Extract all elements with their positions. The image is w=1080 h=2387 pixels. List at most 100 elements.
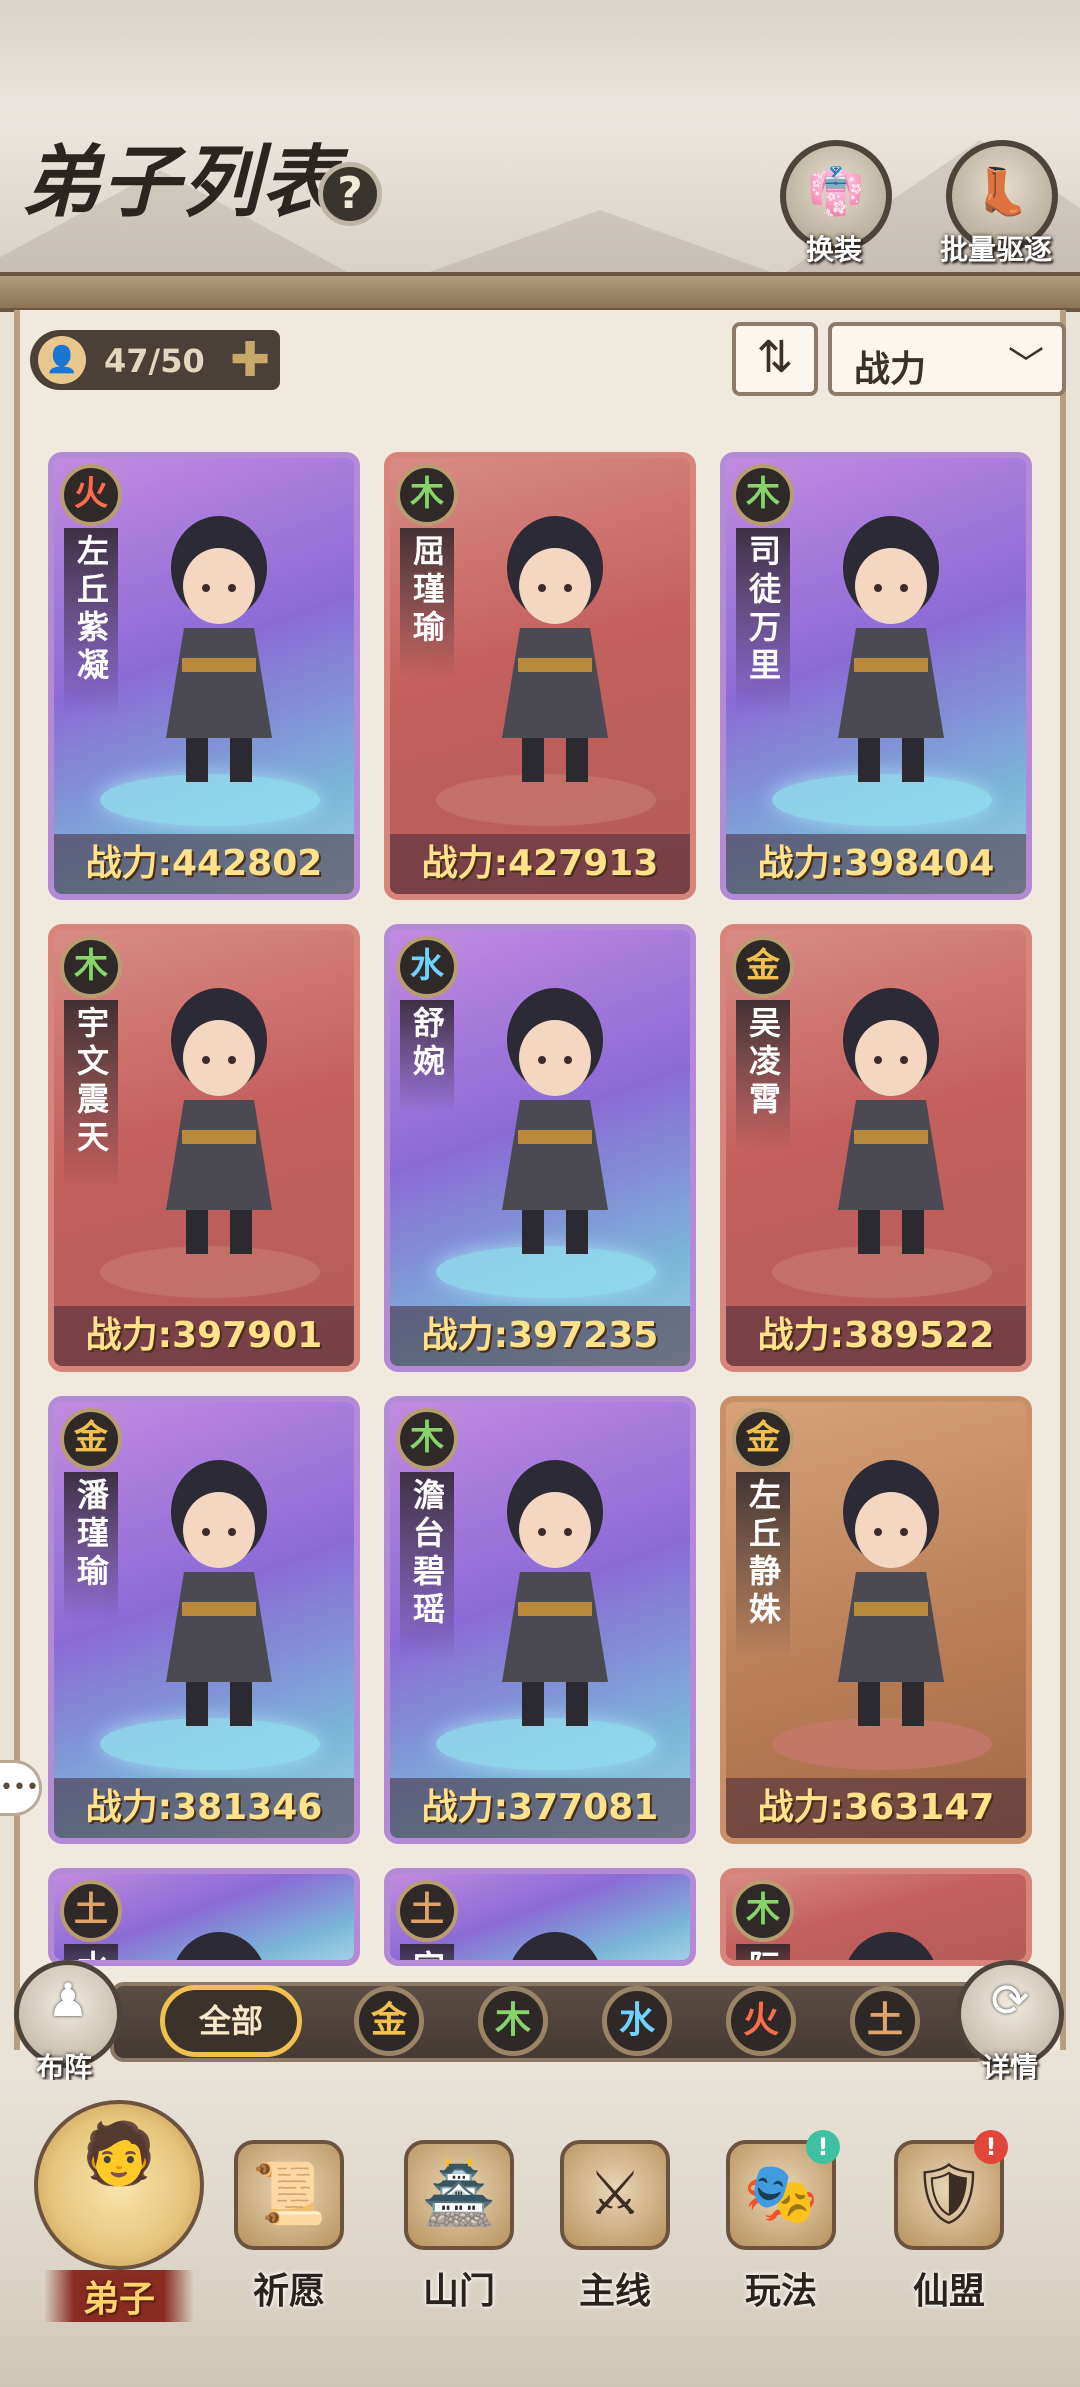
nav-label: 主线: [578, 2271, 651, 2312]
disciple-card[interactable]: 木屈瑾瑜战力:427913: [384, 452, 696, 900]
nav-label: 玩法: [744, 2271, 817, 2312]
element-badge: 火: [60, 464, 122, 526]
disciple-name: 吴凌霄: [744, 1006, 782, 1120]
element-badge: 木: [396, 464, 458, 526]
page-title: 弟子列表: [22, 137, 343, 228]
add-capacity-icon[interactable]: ✚: [230, 334, 270, 386]
character-portrait: [838, 1460, 944, 1726]
disciple-name: 左丘紫凝: [72, 534, 110, 686]
outfit-icon: 👘: [807, 164, 865, 218]
filter-earth-button[interactable]: 土: [850, 1986, 920, 2056]
sort-select-value: 战力: [854, 349, 927, 390]
disciple-name: 宫: [400, 1950, 454, 1960]
nav-label: 山门: [422, 2271, 495, 2312]
power-value: 战力:397235: [390, 1306, 690, 1366]
name-banner: 吴凌霄: [736, 1000, 790, 1150]
disciple-name: 阮: [736, 1950, 790, 1960]
filter-gold-button[interactable]: 金: [354, 1986, 424, 2056]
nav-item-sect-gate[interactable]: 🏯 山门: [384, 2140, 534, 2312]
disciple-card[interactable]: 木阮: [720, 1868, 1032, 1966]
formation-icon: ♟: [47, 1973, 89, 2027]
character-portrait: [502, 1460, 608, 1726]
filter-fire-button[interactable]: 火: [726, 1986, 796, 2056]
filter-all-button[interactable]: 全部: [160, 1985, 302, 2057]
disciple-card[interactable]: 金左丘静姝战力:363147: [720, 1396, 1032, 1844]
disciple-icon: 🧑: [34, 2100, 204, 2270]
nav-item-main-quest[interactable]: ⚔ 主线: [540, 2140, 690, 2312]
sort-arrows-icon: ⇅: [756, 332, 794, 383]
element-badge: 土: [60, 1880, 122, 1942]
disciple-count-text: 47/50: [104, 342, 205, 380]
chevron-down-icon: ﹀: [1007, 345, 1044, 386]
disciple-card[interactable]: 木澹台碧瑶战力:377081: [384, 1396, 696, 1844]
disciple-count: 👤 47/50 ✚: [30, 330, 280, 390]
element-badge: 水: [396, 936, 458, 998]
disciple-card[interactable]: 金吴凌霄 战力:389522: [720, 924, 1032, 1372]
power-value: 战力:381346: [54, 1778, 354, 1838]
sect-gate-icon: 🏯: [404, 2140, 514, 2250]
disciple-card[interactable]: 火左丘紫凝战力:442802: [48, 452, 360, 900]
element-badge: 木: [732, 1880, 794, 1942]
name-banner: 宫: [400, 1944, 454, 1960]
main-quest-icon: ⚔: [560, 2140, 670, 2250]
disciple-name: 司徒万里: [744, 534, 782, 686]
filter-water-button[interactable]: 水: [602, 1986, 672, 2056]
boot-icon: 👢: [973, 164, 1031, 218]
disciple-card[interactable]: 金潘瑾瑜战力:381346: [48, 1396, 360, 1844]
name-banner: 阮: [736, 1944, 790, 1960]
character-portrait: [848, 1932, 934, 1960]
disciple-card[interactable]: 木宇文震天战力:397901: [48, 924, 360, 1372]
name-banner: 潘瑾瑜: [64, 1472, 118, 1622]
name-banner: 宇文震天: [64, 1000, 118, 1188]
disciple-card[interactable]: 土宫: [384, 1868, 696, 1966]
disciple-card[interactable]: 土水: [48, 1868, 360, 1966]
nav-label: 仙盟: [912, 2271, 985, 2312]
refresh-icon: ⟳: [990, 1973, 1030, 2027]
disciple-name: 屈瑾瑜: [408, 534, 446, 648]
character-portrait: [166, 516, 272, 782]
disciple-name: 宇文震天: [72, 1006, 110, 1158]
disciple-card[interactable]: 水舒婉战力:397235: [384, 924, 696, 1372]
nav-label: 祈愿: [252, 2271, 325, 2312]
nav-item-disciple[interactable]: 🧑 弟子: [34, 2100, 204, 2322]
name-banner: 左丘紫凝: [64, 528, 118, 716]
disciple-name: 澹台碧瑶: [408, 1478, 446, 1630]
outfit-label: 换装: [806, 233, 863, 266]
name-banner: 澹台碧瑶: [400, 1472, 454, 1660]
wish-icon: 📜: [234, 2140, 344, 2250]
nav-item-alliance[interactable]: 🛡! 仙盟: [874, 2130, 1024, 2312]
character-portrait: [502, 988, 608, 1254]
power-value: 战力:389522: [726, 1306, 1026, 1366]
character-portrait: [502, 516, 608, 782]
nav-item-wish[interactable]: 📜 祈愿: [214, 2140, 364, 2312]
power-value: 战力:377081: [390, 1778, 690, 1838]
element-badge: 金: [732, 1408, 794, 1470]
power-value: 战力:363147: [726, 1778, 1026, 1838]
element-badge: 木: [60, 936, 122, 998]
name-banner: 屈瑾瑜: [400, 528, 454, 678]
disciple-name: 舒婉: [408, 1006, 446, 1082]
sort-select[interactable]: 战力 ﹀: [828, 322, 1066, 396]
sort-order-button[interactable]: ⇅: [732, 322, 818, 396]
filter-wood-button[interactable]: 木: [478, 1986, 548, 2056]
character-portrait: [512, 1932, 598, 1960]
character-portrait: [166, 988, 272, 1254]
batch-dismiss-label: 批量驱逐: [940, 233, 1053, 266]
name-banner: 舒婉: [400, 1000, 454, 1112]
character-portrait: [176, 1932, 262, 1960]
power-value: 战力:442802: [54, 834, 354, 894]
power-value: 战力:397901: [54, 1306, 354, 1366]
element-badge: 木: [732, 464, 794, 526]
power-value: 战力:427913: [390, 834, 690, 894]
help-icon[interactable]: ?: [318, 162, 382, 226]
frame-bar: [0, 272, 1080, 312]
element-badge: 金: [60, 1408, 122, 1470]
disciple-head-icon: 👤: [38, 336, 86, 384]
disciple-card[interactable]: 木司徒万里 战力:398404: [720, 452, 1032, 900]
name-banner: 左丘静姝: [736, 1472, 790, 1660]
element-badge: 木: [396, 1408, 458, 1470]
name-banner: 司徒万里: [736, 528, 790, 716]
character-portrait: [838, 516, 944, 782]
nav-item-gameplay[interactable]: 🎭! 玩法: [706, 2130, 856, 2312]
character-portrait: [838, 988, 944, 1254]
